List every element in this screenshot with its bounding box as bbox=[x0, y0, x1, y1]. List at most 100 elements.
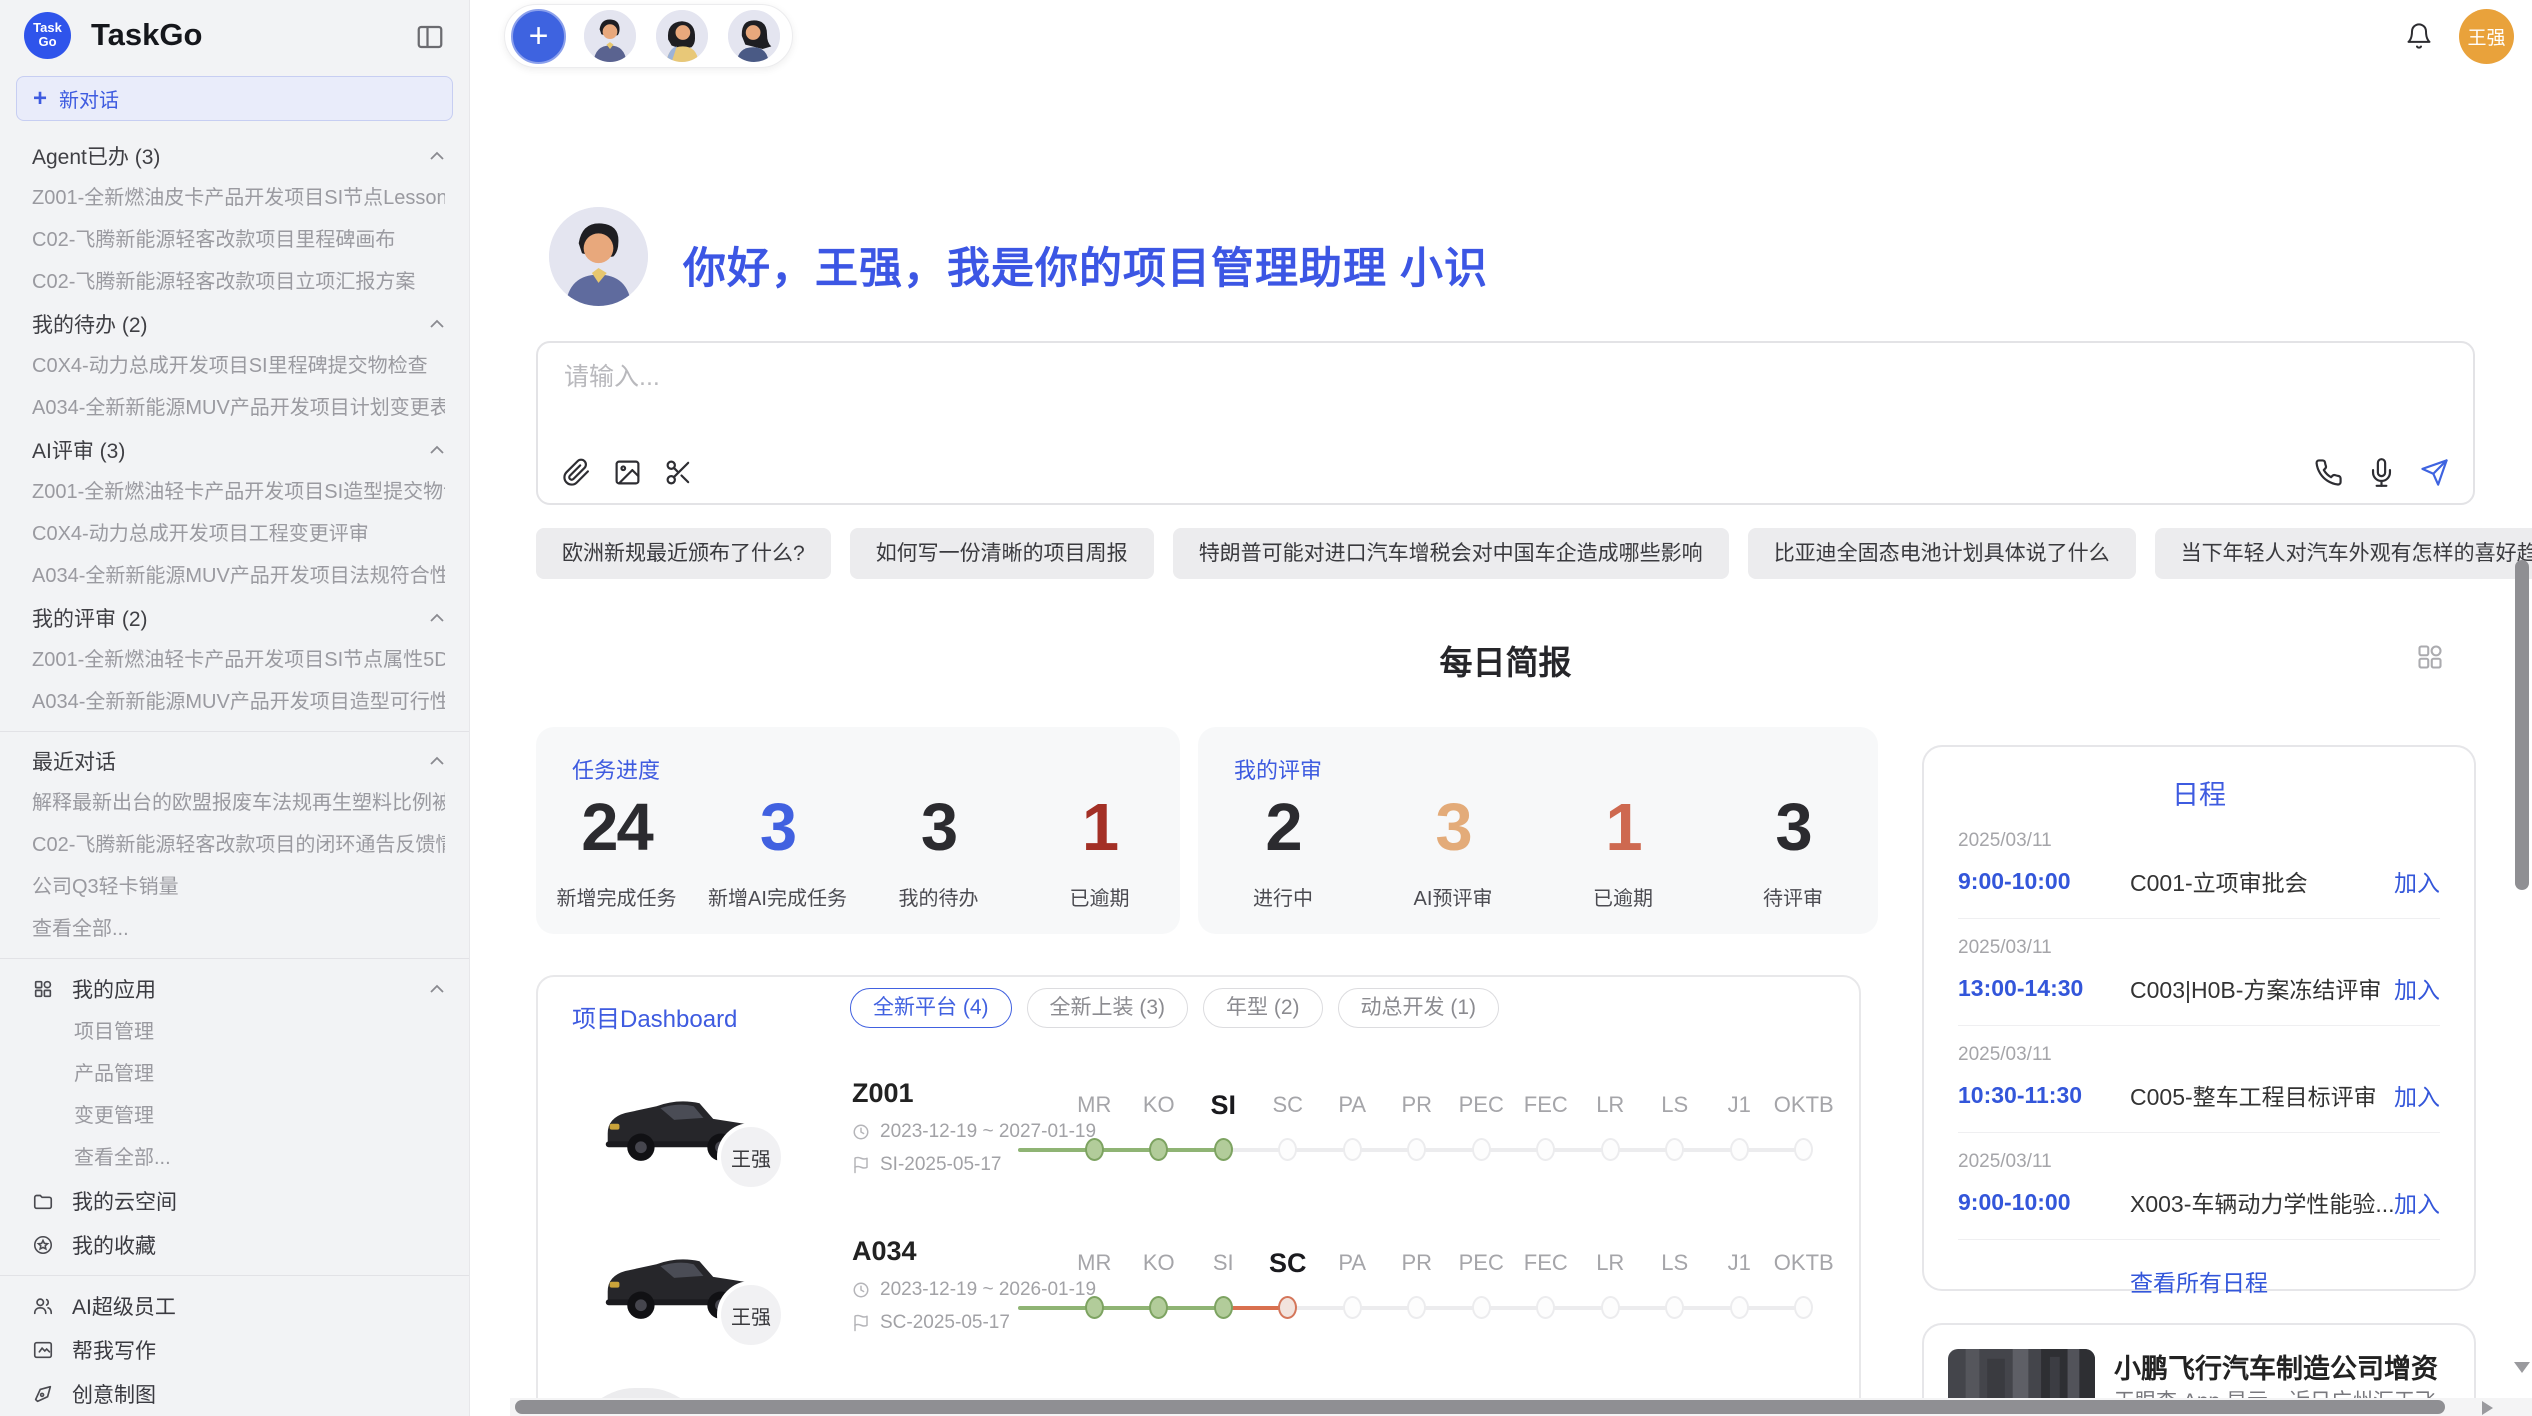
sidebar-task-item[interactable]: Z001-全新燃油轻卡产品开发项目SI节点属性5D文件评审 bbox=[32, 639, 445, 681]
suggestion-chip[interactable]: 欧洲新规最近颁布了什么? bbox=[536, 528, 831, 579]
milestone-dot[interactable] bbox=[1278, 1296, 1297, 1319]
milestone-dot[interactable] bbox=[1149, 1296, 1168, 1319]
milestone-dot[interactable] bbox=[1794, 1138, 1813, 1161]
milestone-dot[interactable] bbox=[1794, 1296, 1813, 1319]
add-agent-button[interactable]: + bbox=[511, 9, 566, 64]
milestone-label: PR bbox=[1385, 1087, 1450, 1123]
sidebar-task-item[interactable]: A034-全新新能源MUV产品开发项目造型可行性评审 bbox=[32, 681, 445, 723]
horizontal-scrollbar-thumb[interactable] bbox=[515, 1400, 2445, 1414]
milestone-dot[interactable] bbox=[1665, 1138, 1684, 1161]
suggestion-chip[interactable]: 特朗普可能对进口汽车增税会对中国车企造成哪些影响 bbox=[1173, 528, 1729, 579]
milestone-dot[interactable] bbox=[1407, 1138, 1426, 1161]
sidebar-section-0[interactable]: Agent已办 (3) bbox=[32, 135, 445, 177]
milestone-label: MR bbox=[1062, 1245, 1127, 1281]
schedule-time: 10:30-11:30 bbox=[1958, 1082, 2130, 1109]
milestone-dot[interactable] bbox=[1601, 1296, 1620, 1319]
project-code[interactable]: A034 bbox=[852, 1236, 917, 1267]
agent-avatar-2[interactable] bbox=[654, 8, 710, 64]
sidebar-task-item[interactable]: Z001-全新燃油皮卡产品开发项目SI节点Lesson Learn报告 bbox=[32, 177, 445, 219]
sidebar-collapse-icon[interactable] bbox=[415, 22, 445, 48]
send-icon[interactable] bbox=[2420, 458, 2449, 487]
sidebar-task-item[interactable]: C0X4-动力总成开发项目工程变更评审 bbox=[32, 513, 445, 555]
dashboard-tab[interactable]: 动总开发 (1) bbox=[1338, 988, 1500, 1028]
app-item[interactable]: 产品管理 bbox=[32, 1053, 445, 1095]
app-item[interactable]: 项目管理 bbox=[32, 1011, 445, 1053]
milestone-label: LR bbox=[1578, 1087, 1643, 1123]
dashboard-tab[interactable]: 全新上装 (3) bbox=[1027, 988, 1189, 1028]
join-link[interactable]: 加入 bbox=[2394, 864, 2440, 898]
chevron-up-icon bbox=[429, 756, 445, 766]
suggestion-chip[interactable]: 如何写一份清晰的项目周报 bbox=[850, 528, 1154, 579]
dashboard-tab[interactable]: 全新平台 (4) bbox=[850, 988, 1012, 1028]
join-link[interactable]: 加入 bbox=[2394, 971, 2440, 1005]
stat-value: 3 bbox=[697, 789, 858, 866]
stat-cell: 3新增AI完成任务 bbox=[697, 789, 858, 911]
sidebar-section-1[interactable]: 我的待办 (2) bbox=[32, 303, 445, 345]
milestone-dot[interactable] bbox=[1665, 1296, 1684, 1319]
milestone-dot[interactable] bbox=[1149, 1138, 1168, 1161]
milestone-dot[interactable] bbox=[1730, 1296, 1749, 1319]
milestone-dot[interactable] bbox=[1343, 1296, 1362, 1319]
recent-chat-item[interactable]: 解释最新出台的欧盟报废车法规再生塑料比例被调至15%... bbox=[32, 782, 445, 824]
attachment-icon[interactable] bbox=[562, 458, 591, 487]
user-avatar[interactable]: 王强 bbox=[2459, 9, 2514, 64]
suggestion-chip[interactable]: 比亚迪全固态电池计划具体说了什么 bbox=[1748, 528, 2136, 579]
milestone-dot[interactable] bbox=[1214, 1296, 1233, 1319]
notification-bell-icon[interactable] bbox=[2405, 22, 2433, 50]
agent-avatar-3[interactable] bbox=[726, 8, 782, 64]
sidebar-link-cloud-folder-icon[interactable]: 我的云空间 bbox=[32, 1179, 445, 1223]
recent-chat-item[interactable]: 公司Q3轻卡销量 bbox=[32, 866, 445, 908]
milestone-dot[interactable] bbox=[1085, 1296, 1104, 1319]
milestone-dot[interactable] bbox=[1278, 1138, 1297, 1161]
dashboard-tab[interactable]: 年型 (2) bbox=[1203, 988, 1323, 1028]
suggestion-chip[interactable]: 当下年轻人对汽车外观有怎样的喜好趋势 bbox=[2155, 528, 2532, 579]
scroll-right-arrow[interactable] bbox=[2482, 1401, 2493, 1415]
sidebar-tool-creative-pen-icon[interactable]: 创意制图 bbox=[32, 1372, 445, 1416]
milestone-dot[interactable] bbox=[1536, 1138, 1555, 1161]
sidebar-task-item[interactable]: A034-全新新能源MUV产品开发项目计划变更表编写 bbox=[32, 387, 445, 429]
sidebar-task-item[interactable]: C0X4-动力总成开发项目SI里程碑提交物检查 bbox=[32, 345, 445, 387]
recent-chat-item[interactable]: 查看全部... bbox=[32, 908, 445, 950]
milestone-dot[interactable] bbox=[1214, 1138, 1233, 1161]
milestone-dot[interactable] bbox=[1601, 1138, 1620, 1161]
sidebar-link-favorites-badge-icon[interactable]: 我的收藏 bbox=[32, 1223, 445, 1267]
sidebar-task-item[interactable]: C02-飞腾新能源轻客改款项目里程碑画布 bbox=[32, 219, 445, 261]
sidebar-task-item[interactable]: C02-飞腾新能源轻客改款项目立项汇报方案 bbox=[32, 261, 445, 303]
milestone-dot-cell bbox=[1385, 1138, 1450, 1161]
milestone-dot[interactable] bbox=[1730, 1138, 1749, 1161]
schedule-item: 2025/03/119:00-10:00C001-立项审批会加入 bbox=[1958, 812, 2440, 919]
sidebar-section-3[interactable]: 我的评审 (2) bbox=[32, 597, 445, 639]
milestone-dot[interactable] bbox=[1407, 1296, 1426, 1319]
milestone-dot[interactable] bbox=[1085, 1138, 1104, 1161]
sidebar-task-item[interactable]: A034-全新新能源MUV产品开发项目法规符合性评审 bbox=[32, 555, 445, 597]
milestone-dot[interactable] bbox=[1472, 1138, 1491, 1161]
sidebar-tool-writing-icon[interactable]: 帮我写作 bbox=[32, 1328, 445, 1372]
screenshot-scissors-icon[interactable] bbox=[664, 458, 693, 487]
milestone-dot[interactable] bbox=[1472, 1296, 1491, 1319]
project-code[interactable]: Z001 bbox=[852, 1078, 914, 1109]
sidebar-section-recent[interactable]: 最近对话 bbox=[32, 740, 445, 782]
agent-avatar-1[interactable] bbox=[582, 8, 638, 64]
app-item[interactable]: 变更管理 bbox=[32, 1095, 445, 1137]
vertical-scrollbar-thumb[interactable] bbox=[2515, 560, 2529, 890]
view-all-schedule-link[interactable]: 查看所有日程 bbox=[1958, 1264, 2440, 1298]
chat-input[interactable] bbox=[564, 357, 2164, 447]
schedule-date: 2025/03/11 bbox=[1958, 830, 2440, 852]
recent-chat-item[interactable]: C02-飞腾新能源轻客改款项目的闭环通告反馈情况 bbox=[32, 824, 445, 866]
sidebar-my-apps[interactable]: 我的应用 bbox=[32, 967, 445, 1011]
new-chat-button[interactable]: + 新对话 bbox=[16, 76, 453, 121]
sidebar-tool-ai-staff-icon[interactable]: AI超级员工 bbox=[32, 1284, 445, 1328]
scroll-down-arrow[interactable] bbox=[2514, 1362, 2530, 1373]
sidebar-section-2[interactable]: AI评审 (3) bbox=[32, 429, 445, 471]
milestone-dot[interactable] bbox=[1536, 1296, 1555, 1319]
microphone-icon[interactable] bbox=[2367, 458, 2396, 487]
join-link[interactable]: 加入 bbox=[2394, 1185, 2440, 1219]
milestone-label: SI bbox=[1191, 1087, 1256, 1123]
sidebar-task-item[interactable]: Z001-全新燃油轻卡产品开发项目SI造型提交物评审 bbox=[32, 471, 445, 513]
voice-call-icon[interactable] bbox=[2314, 458, 2343, 487]
app-item[interactable]: 查看全部... bbox=[32, 1137, 445, 1179]
join-link[interactable]: 加入 bbox=[2394, 1078, 2440, 1112]
briefing-widgets-icon[interactable] bbox=[2416, 643, 2444, 671]
image-upload-icon[interactable] bbox=[613, 458, 642, 487]
milestone-dot[interactable] bbox=[1343, 1138, 1362, 1161]
